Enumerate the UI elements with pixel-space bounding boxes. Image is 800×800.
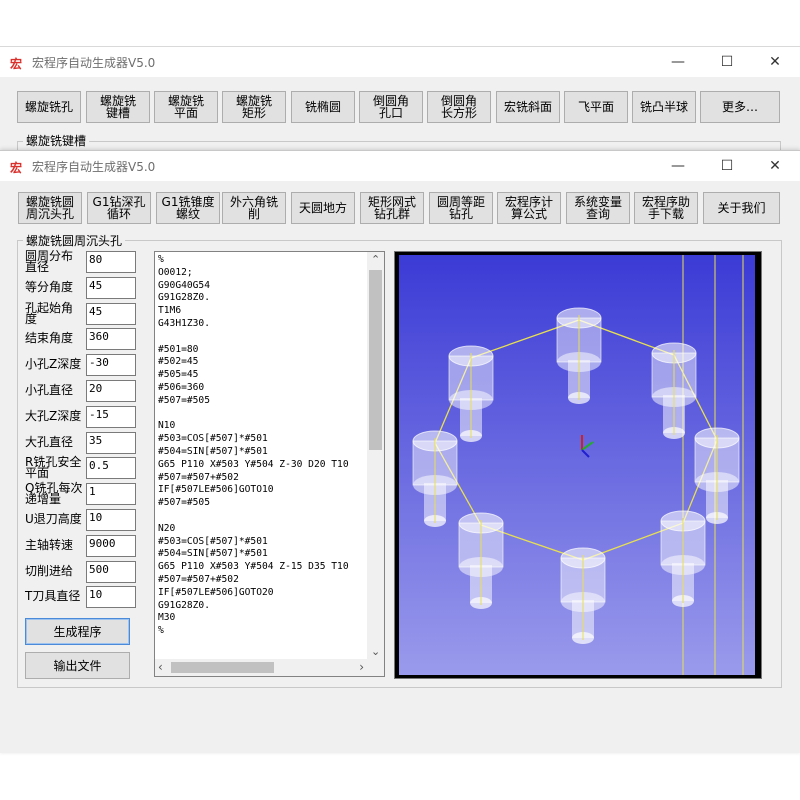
field-input[interactable]: 35 <box>86 431 136 454</box>
field-label: 小孔Z深度 <box>25 357 82 372</box>
toolbar-button[interactable]: 飞平面 <box>564 91 628 123</box>
field-label: R铣孔安全 平面 <box>25 455 82 481</box>
close-icon[interactable]: ✕ <box>752 51 798 73</box>
chevron-down-icon[interactable]: ⌄ <box>371 645 380 658</box>
toolbar-button[interactable]: 螺旋铣 矩形 <box>222 91 286 123</box>
toolbar-button[interactable]: 铣椭圆 <box>291 91 355 123</box>
field-input[interactable]: 45 <box>86 302 136 325</box>
main-window: 宏 宏程序自动生成器V5.0 — ☐ ✕ 螺旋铣圆 周沉头孔 G1钻深孔 循环 G1… <box>0 150 800 753</box>
field-label: 孔起始角 度 <box>25 300 74 326</box>
generate-button[interactable]: 生成程序 <box>25 618 130 645</box>
title-bar: 宏 宏程序自动生成器V5.0 — ☐ ✕ <box>0 47 800 77</box>
toolbar-button[interactable]: 铣凸半球 <box>632 91 696 123</box>
field-label: U退刀高度 <box>25 512 82 526</box>
toolbar-button[interactable]: G1铣锥度 螺纹 <box>156 192 220 224</box>
toolbar-button[interactable]: 螺旋铣 键槽 <box>86 91 150 123</box>
field-label: 圆周分布 直径 <box>25 249 74 274</box>
field-input[interactable]: -15 <box>86 405 136 428</box>
field-label: 等分角度 <box>25 279 74 294</box>
toolbar-button[interactable]: 宏程序助 手下载 <box>634 192 698 224</box>
field-label: 主轴转速 <box>25 537 74 552</box>
title-bar: 宏 宏程序自动生成器V5.0 — ☐ ✕ <box>0 151 800 181</box>
field-label: 结束角度 <box>25 331 74 346</box>
toolbar-button[interactable]: 系统变量 查询 <box>566 192 630 224</box>
field-input[interactable]: 20 <box>86 380 136 402</box>
field-label: Q铣孔每次 递增量 <box>25 481 83 507</box>
toolbar-button[interactable]: 外六角铣 削 <box>222 192 286 224</box>
field-input[interactable]: 0.5 <box>86 457 136 480</box>
toolbar-button[interactable]: 倒圆角 长方形 <box>427 91 491 123</box>
chevron-right-icon[interactable]: › <box>359 660 364 674</box>
toolbar-button[interactable]: 螺旋铣 平面 <box>154 91 218 123</box>
field-input[interactable]: 500 <box>86 560 136 583</box>
toolbar-button[interactable]: 矩形网式 钻孔群 <box>360 192 424 224</box>
window-title: 宏程序自动生成器V5.0 <box>32 160 156 174</box>
3d-preview[interactable] <box>394 251 762 679</box>
scroll-thumb[interactable] <box>369 270 382 450</box>
minimize-icon[interactable]: — <box>655 155 701 177</box>
field-input[interactable]: 10 <box>86 509 136 531</box>
field-label: 大孔直径 <box>25 434 74 449</box>
chevron-left-icon[interactable]: ‹ <box>158 660 163 674</box>
field-label: 切削进给 <box>25 563 74 578</box>
back-window: 宏 宏程序自动生成器V5.0 — ☐ ✕ 螺旋铣孔 螺旋铣 键槽 螺旋铣 平面 螺旋铣… <box>0 46 800 162</box>
maximize-icon[interactable]: ☐ <box>704 51 750 73</box>
field-input[interactable]: 360 <box>86 328 136 351</box>
toolbar-button[interactable]: 天圆地方 <box>291 192 355 224</box>
toolbar-button[interactable]: 圆周等距 钻孔 <box>429 192 493 224</box>
maximize-icon[interactable]: ☐ <box>704 155 750 177</box>
toolbar-button[interactable]: 宏铣斜面 <box>496 91 560 123</box>
field-label: T刀具直径 <box>25 589 81 604</box>
scroll-corner <box>367 659 384 676</box>
toolbar-button[interactable]: 宏程序计 算公式 <box>497 192 561 224</box>
field-label: 大孔Z深度 <box>25 408 82 423</box>
export-button[interactable]: 输出文件 <box>25 652 130 679</box>
chevron-up-icon[interactable]: ⌃ <box>371 253 380 266</box>
minimize-icon[interactable]: — <box>655 51 701 73</box>
field-input[interactable]: 10 <box>86 586 136 609</box>
toolbar-button[interactable]: 倒圆角 孔口 <box>359 91 423 123</box>
field-input[interactable]: 1 <box>86 483 136 506</box>
toolbar-button[interactable]: 更多… <box>700 91 780 123</box>
app-icon: 宏 <box>10 57 23 71</box>
code-textarea[interactable]: % O0012; G90G40G54 G91G28Z0. T1M6 G43H1Z… <box>154 251 385 677</box>
toolpath-scene <box>399 255 755 675</box>
group-label: 螺旋铣键槽 <box>23 132 90 149</box>
field-input[interactable]: 80 <box>86 251 136 273</box>
app-icon: 宏 <box>10 161 23 175</box>
field-input[interactable]: 9000 <box>86 534 136 557</box>
horizontal-scrollbar[interactable]: ‹ › <box>155 659 367 676</box>
field-input[interactable]: 45 <box>86 276 136 299</box>
toolbar-button[interactable]: 关于我们 <box>703 192 780 224</box>
close-icon[interactable]: ✕ <box>752 155 798 177</box>
field-input[interactable]: -30 <box>86 354 136 377</box>
toolbar-button[interactable]: 螺旋铣孔 <box>17 91 81 123</box>
toolbar-button[interactable]: G1钻深孔 循环 <box>87 192 151 224</box>
toolbar-button[interactable]: 螺旋铣圆 周沉头孔 <box>18 192 82 224</box>
group-label: 螺旋铣圆周沉头孔 <box>23 232 126 249</box>
field-label: 小孔直径 <box>25 383 74 397</box>
scroll-thumb[interactable] <box>171 662 274 673</box>
vertical-scrollbar[interactable]: ⌃ ⌄ <box>367 252 384 659</box>
gcode-text[interactable]: % O0012; G90G40G54 G91G28Z0. T1M6 G43H1Z… <box>158 254 349 638</box>
window-title: 宏程序自动生成器V5.0 <box>32 56 156 70</box>
